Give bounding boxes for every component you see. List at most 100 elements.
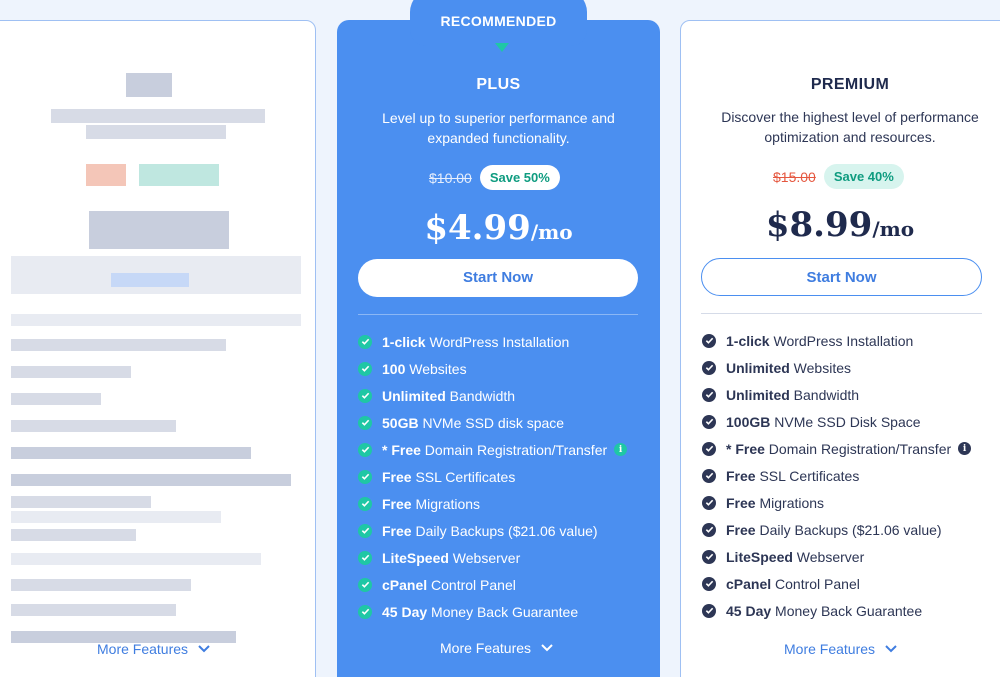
feature-bold: Free: [382, 522, 412, 539]
feature-item: Free Daily Backups ($21.06 value): [358, 517, 627, 544]
feature-text: Websites: [405, 360, 467, 377]
feature-bold: * Free: [726, 440, 765, 457]
feature-bold: * Free: [382, 441, 421, 458]
divider: [358, 314, 638, 315]
check-icon: [702, 441, 716, 456]
feature-bold: Free: [726, 467, 756, 484]
recommended-badge: RECOMMENDED: [410, 0, 587, 46]
plan-price: $4.99/mo: [424, 208, 573, 248]
plan-name: PLUS: [476, 76, 521, 93]
feature-item: 1-click WordPress Installation: [702, 327, 971, 354]
feature-bold: Unlimited: [382, 387, 446, 404]
feature-bold: Free: [726, 494, 756, 511]
info-icon[interactable]: i: [614, 443, 628, 456]
plan-price: $8.99/mo: [765, 205, 915, 245]
feature-item: 50GB NVMe SSD disk space: [358, 409, 627, 436]
feature-bold: Free: [382, 468, 412, 485]
check-icon: [702, 333, 716, 348]
price-row: $10.00 Save 50%: [429, 165, 560, 190]
feature-text: Domain Registration/Transfer: [764, 440, 952, 457]
feature-bold: 1-click: [726, 332, 770, 349]
feature-item: Free Migrations: [358, 490, 627, 517]
check-icon: [358, 469, 372, 484]
feature-text: Webserver: [792, 548, 865, 565]
feature-bold: 50GB: [382, 414, 419, 431]
more-features-label: More Features: [440, 640, 532, 656]
feature-item: Unlimited Websites: [702, 354, 971, 381]
feature-bold: 45 Day: [726, 602, 772, 619]
badge-arrow-icon: [495, 43, 509, 52]
feature-text: Domain Registration/Transfer: [420, 441, 608, 458]
feature-item: cPanel Control Panel: [358, 571, 627, 598]
feature-text: WordPress Installation: [769, 332, 914, 349]
feature-text: NVMe SSD disk space: [418, 414, 565, 431]
more-features-link[interactable]: More Features: [784, 641, 897, 657]
feature-item: Free Migrations: [702, 489, 971, 516]
check-icon: [702, 576, 716, 591]
chevron-down-icon: [198, 645, 210, 653]
feature-bold: Free: [726, 521, 756, 538]
feature-bold: Free: [382, 495, 412, 512]
save-badge: Save 40%: [823, 164, 904, 189]
start-now-button[interactable]: Start Now: [358, 259, 638, 297]
feature-bold: 100: [382, 360, 406, 377]
feature-text: Control Panel: [771, 575, 860, 592]
feature-text: Webserver: [448, 549, 521, 566]
feature-item: Free SSL Certificates: [702, 462, 971, 489]
feature-text: Migrations: [755, 494, 825, 511]
feature-text: Websites: [789, 359, 851, 376]
check-icon: [702, 549, 716, 564]
feature-bold: cPanel: [726, 575, 772, 592]
feature-bold: Unlimited: [726, 386, 790, 403]
feature-text: Control Panel: [427, 576, 516, 593]
feature-bold: 45 Day: [382, 603, 428, 620]
more-features-link[interactable]: More Features: [97, 641, 210, 657]
feature-text: Bandwidth: [789, 386, 860, 403]
plan-description: Level up to superior performance and exp…: [382, 110, 615, 146]
feature-list: 1-click WordPress Installation Unlimited …: [702, 327, 972, 624]
feature-bold: LiteSpeed: [726, 548, 793, 565]
check-icon: [702, 495, 716, 510]
plan-card-plus: PLUS Level up to superior performance an…: [337, 20, 660, 677]
check-icon: [358, 442, 372, 457]
feature-item: * Free Domain Registration/Transfer i: [358, 436, 628, 463]
feature-bold: 100GB: [726, 413, 771, 430]
more-features-label: More Features: [784, 641, 876, 657]
feature-bold: LiteSpeed: [382, 549, 449, 566]
check-icon: [358, 604, 372, 619]
feature-text: Daily Backups ($21.06 value): [755, 521, 942, 538]
plan-name: PREMIUM: [810, 76, 890, 93]
check-icon: [358, 334, 372, 349]
feature-item: 45 Day Money Back Guarantee: [702, 597, 971, 624]
feature-item: * Free Domain Registration/Transfer i: [702, 435, 972, 462]
price-row: $15.00 Save 40%: [773, 164, 904, 189]
feature-item: Free Daily Backups ($21.06 value): [702, 516, 971, 543]
feature-item: 1-click WordPress Installation: [358, 328, 627, 355]
check-icon: [358, 550, 372, 565]
feature-text: WordPress Installation: [425, 333, 570, 350]
old-price: $10.00: [429, 169, 472, 186]
more-features-link[interactable]: More Features: [440, 640, 553, 656]
feature-item: LiteSpeed Webserver: [358, 544, 627, 571]
feature-text: Money Back Guarantee: [427, 603, 579, 620]
plan-card-blurred: [0, 20, 316, 677]
old-price: $15.00: [773, 168, 816, 185]
feature-bold: Unlimited: [726, 359, 790, 376]
check-icon: [702, 603, 716, 618]
chevron-down-icon: [885, 645, 897, 653]
feature-text: Bandwidth: [445, 387, 516, 404]
check-icon: [358, 577, 372, 592]
save-badge: Save 50%: [479, 165, 560, 190]
feature-item: Unlimited Bandwidth: [358, 382, 627, 409]
start-now-button[interactable]: Start Now: [701, 258, 982, 296]
check-icon: [358, 361, 372, 376]
feature-item: Free SSL Certificates: [358, 463, 627, 490]
feature-text: NVMe SSD Disk Space: [770, 413, 921, 430]
divider: [701, 313, 982, 314]
more-features-label: More Features: [97, 641, 189, 657]
chevron-down-icon: [541, 644, 553, 652]
info-icon[interactable]: i: [958, 442, 972, 455]
feature-bold: 1-click: [382, 333, 426, 350]
feature-item: Unlimited Bandwidth: [702, 381, 971, 408]
feature-text: Daily Backups ($21.06 value): [411, 522, 598, 539]
